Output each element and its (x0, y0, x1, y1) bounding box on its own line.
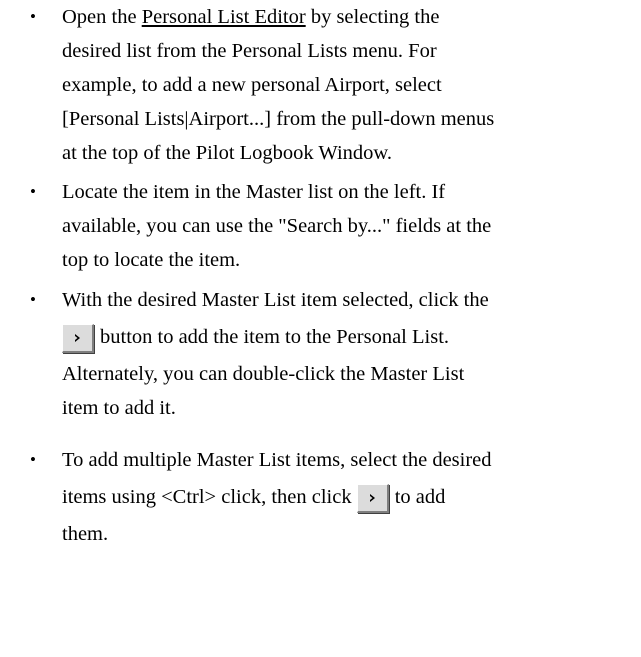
text-line: With the desired Master List item select… (62, 289, 489, 311)
text-line: available, you can use the "Search by...… (62, 215, 492, 237)
bullet: • (30, 182, 36, 201)
text-segment: Open the (62, 6, 142, 28)
text-line: desired list from the Personal Lists men… (62, 40, 437, 62)
text-line: them. (62, 523, 109, 545)
text-segment: items using <Ctrl> click, then click (62, 486, 357, 508)
text-line: example, to add a new personal Airport, … (62, 74, 442, 96)
bullet: • (30, 7, 36, 26)
add-selected-items-button[interactable] (356, 483, 389, 513)
text-line: at the top of the Pilot Logbook Window. (62, 142, 392, 164)
list-item-text: Locate the item in the Master list on th… (62, 175, 637, 277)
text-segment: to add (394, 486, 446, 508)
list-item-text: With the desired Master List item select… (62, 283, 637, 425)
text-line: item to add it. (62, 397, 176, 419)
add-to-personal-list-button[interactable] (62, 323, 94, 353)
bullet: • (30, 290, 36, 309)
text-line: Locate the item in the Master list on th… (62, 181, 446, 203)
bullet: • (30, 450, 36, 469)
chevron-right-icon (75, 333, 80, 342)
text-segment: button to add the item to the Personal L… (100, 326, 450, 348)
personal-list-editor-link[interactable]: Personal List Editor (142, 6, 306, 28)
text-line: top to locate the item. (62, 249, 241, 271)
list-item-text: Open the Personal List Editor by selecti… (62, 0, 637, 170)
text-segment: by selecting the (305, 6, 440, 28)
text-line: To add multiple Master List items, selec… (62, 449, 492, 471)
list-item-text: To add multiple Master List items, selec… (62, 443, 637, 551)
chevron-right-icon (369, 493, 375, 502)
text-line: Alternately, you can double-click the Ma… (62, 363, 465, 385)
text-line: [Personal Lists|Airport...] from the pul… (62, 108, 495, 130)
